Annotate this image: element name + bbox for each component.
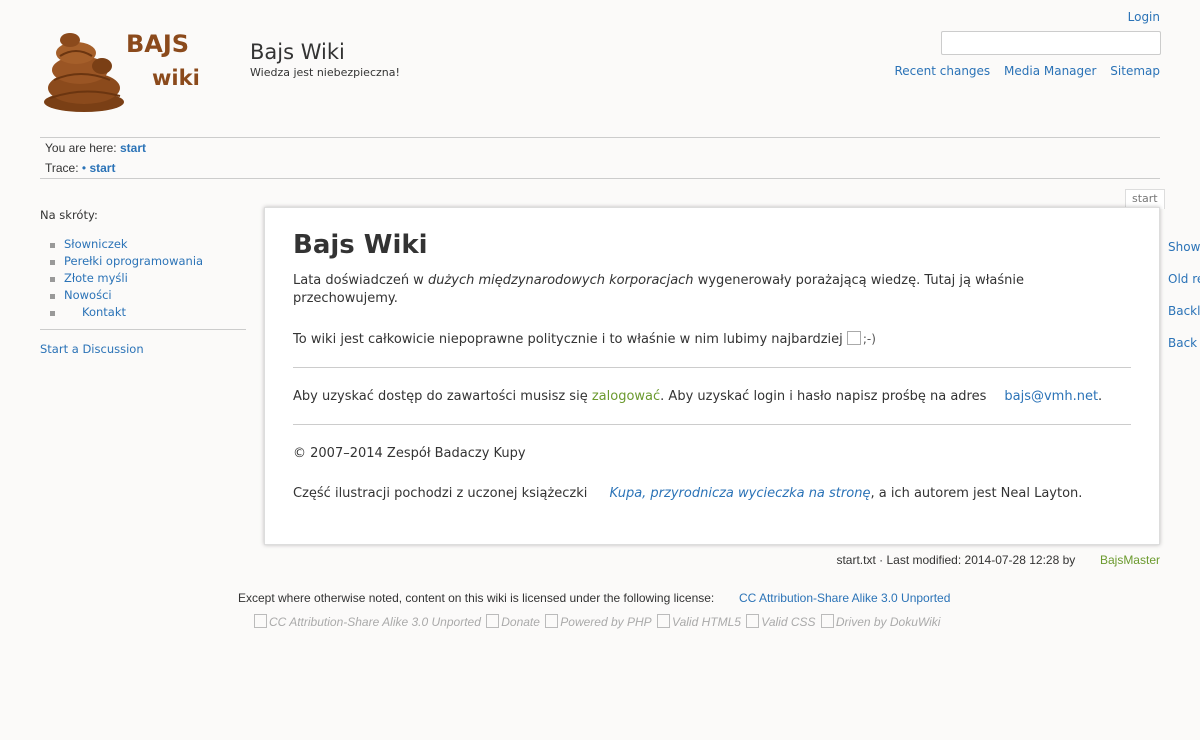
sidebar-item: Kontakt (50, 304, 246, 321)
cc-license-badge[interactable]: CC Attribution-Share Alike 3.0 Unported (254, 615, 481, 629)
content-divider (293, 424, 1131, 425)
search-input[interactable] (941, 31, 1161, 55)
smiley-icon: ;-) (847, 332, 876, 346)
sidebar-item-zlote-mysli[interactable]: Złote myśli (64, 271, 128, 285)
trace-start-link[interactable]: start (89, 161, 115, 175)
site-tagline: Wiedza jest niebezpieczna! (250, 66, 400, 79)
book-link[interactable]: Kupa, przyrodnicza wycieczka na stronę (610, 486, 871, 501)
you-are-here-label: You are here: (45, 141, 117, 155)
html5-badge[interactable]: Valid HTML5 (657, 615, 741, 629)
back-to-top-link[interactable]: Back t (1168, 336, 1200, 350)
recent-changes-link[interactable]: Recent changes (894, 64, 990, 78)
email-link[interactable]: bajs@vmh.net (1004, 389, 1098, 404)
site-tools: Recent changes Media Manager Sitemap (884, 64, 1160, 78)
author-link[interactable]: BajsMaster (1100, 553, 1160, 567)
page-content: Bajs Wiki Lata doświadczeń w dużych międ… (264, 207, 1160, 545)
content-divider (293, 367, 1131, 368)
access-text-before: Aby uzyskać dostęp do zawartości musisz … (293, 389, 588, 404)
sidebar-item: Nowości (50, 287, 246, 304)
sidebar: Na skróty: Słowniczek Perełki oprogramow… (40, 208, 246, 356)
illustrations-paragraph: Część ilustracji pochodzi z uczonej ksią… (293, 485, 1131, 503)
show-pagesource-link[interactable]: Show (1168, 240, 1200, 254)
dokuwiki-badge[interactable]: Driven by DokuWiki (821, 615, 941, 629)
license-text: Except where otherwise noted, content on… (238, 591, 715, 605)
politics-text: To wiki jest całkowicie niepoprawne poli… (293, 332, 843, 347)
site-logo[interactable]: BAJS wiki (40, 26, 200, 114)
politics-paragraph: To wiki jest całkowicie niepoprawne poli… (293, 330, 1131, 349)
intro-text-before: Lata doświadczeń w (293, 273, 424, 288)
sidebar-item-nowosci[interactable]: Nowości (64, 288, 112, 302)
login-link[interactable]: Login (1128, 10, 1160, 24)
access-paragraph: Aby uzyskać dostęp do zawartości musisz … (293, 388, 1131, 406)
css-badge[interactable]: Valid CSS (746, 615, 815, 629)
login-inline-link[interactable]: zalogować (592, 389, 660, 404)
media-manager-link[interactable]: Media Manager (1004, 64, 1096, 78)
doc-info: start.txt · Last modified: 2014-07-28 12… (836, 553, 1160, 567)
access-text-middle: . Aby uzyskać login i hasło napisz prośb… (660, 389, 987, 404)
sidebar-divider (40, 329, 246, 330)
site-title[interactable]: Bajs Wiki (250, 40, 345, 64)
trace-label: Trace: (45, 161, 79, 175)
trace-bullet: • (81, 161, 87, 175)
page-tools: Show Old re Backl Back t (1168, 240, 1200, 368)
page-title: Bajs Wiki (293, 230, 428, 260)
copyright-paragraph: © 2007–2014 Zespół Badaczy Kupy (293, 446, 526, 461)
sidebar-item-perelki[interactable]: Perełki oprogramowania (64, 254, 203, 268)
doc-info-text: start.txt · Last modified: 2014-07-28 12… (836, 553, 1076, 567)
start-discussion-link[interactable]: Start a Discussion (40, 342, 144, 356)
illustrations-text-before: Część ilustracji pochodzi z uczonej ksią… (293, 486, 588, 501)
sidebar-item: Perełki oprogramowania (50, 253, 246, 270)
intro-emphasis: dużych międzynarodowych korporacjach (427, 273, 694, 288)
access-text-end: . (1098, 389, 1103, 404)
you-are-here-start-link[interactable]: start (120, 141, 146, 155)
php-badge[interactable]: Powered by PHP (545, 615, 651, 629)
sidebar-list: Słowniczek Perełki oprogramowania Złote … (40, 236, 246, 321)
sidebar-heading: Na skróty: (40, 208, 98, 222)
sidebar-item: Złote myśli (50, 270, 246, 287)
old-revisions-link[interactable]: Old re (1168, 272, 1200, 286)
breadcrumb-divider (40, 178, 1160, 179)
header-divider (40, 137, 1160, 138)
intro-paragraph: Lata doświadczeń w dużych międzynarodowy… (293, 272, 1131, 308)
donate-badge[interactable]: Donate (486, 615, 540, 629)
page-id-tab: start (1125, 189, 1165, 209)
you-are-here: You are here: start (45, 141, 146, 155)
backlinks-link[interactable]: Backl (1168, 304, 1200, 318)
illustrations-text-after: , a ich autorem jest Neal Layton. (870, 486, 1083, 501)
trace: Trace: • start (45, 161, 115, 175)
sidebar-item-kontakt[interactable]: Kontakt (64, 305, 126, 319)
sitemap-link[interactable]: Sitemap (1110, 64, 1160, 78)
sidebar-item: Słowniczek (50, 236, 246, 253)
logo-text-wiki: wiki (152, 66, 200, 90)
logo-text-bajs: BAJS (126, 30, 190, 58)
footer-badges: CC Attribution-Share Alike 3.0 Unported … (254, 614, 942, 629)
sidebar-item-slowniczek[interactable]: Słowniczek (64, 237, 128, 251)
license-notice: Except where otherwise noted, content on… (238, 591, 950, 605)
license-link[interactable]: CC Attribution-Share Alike 3.0 Unported (739, 591, 950, 605)
